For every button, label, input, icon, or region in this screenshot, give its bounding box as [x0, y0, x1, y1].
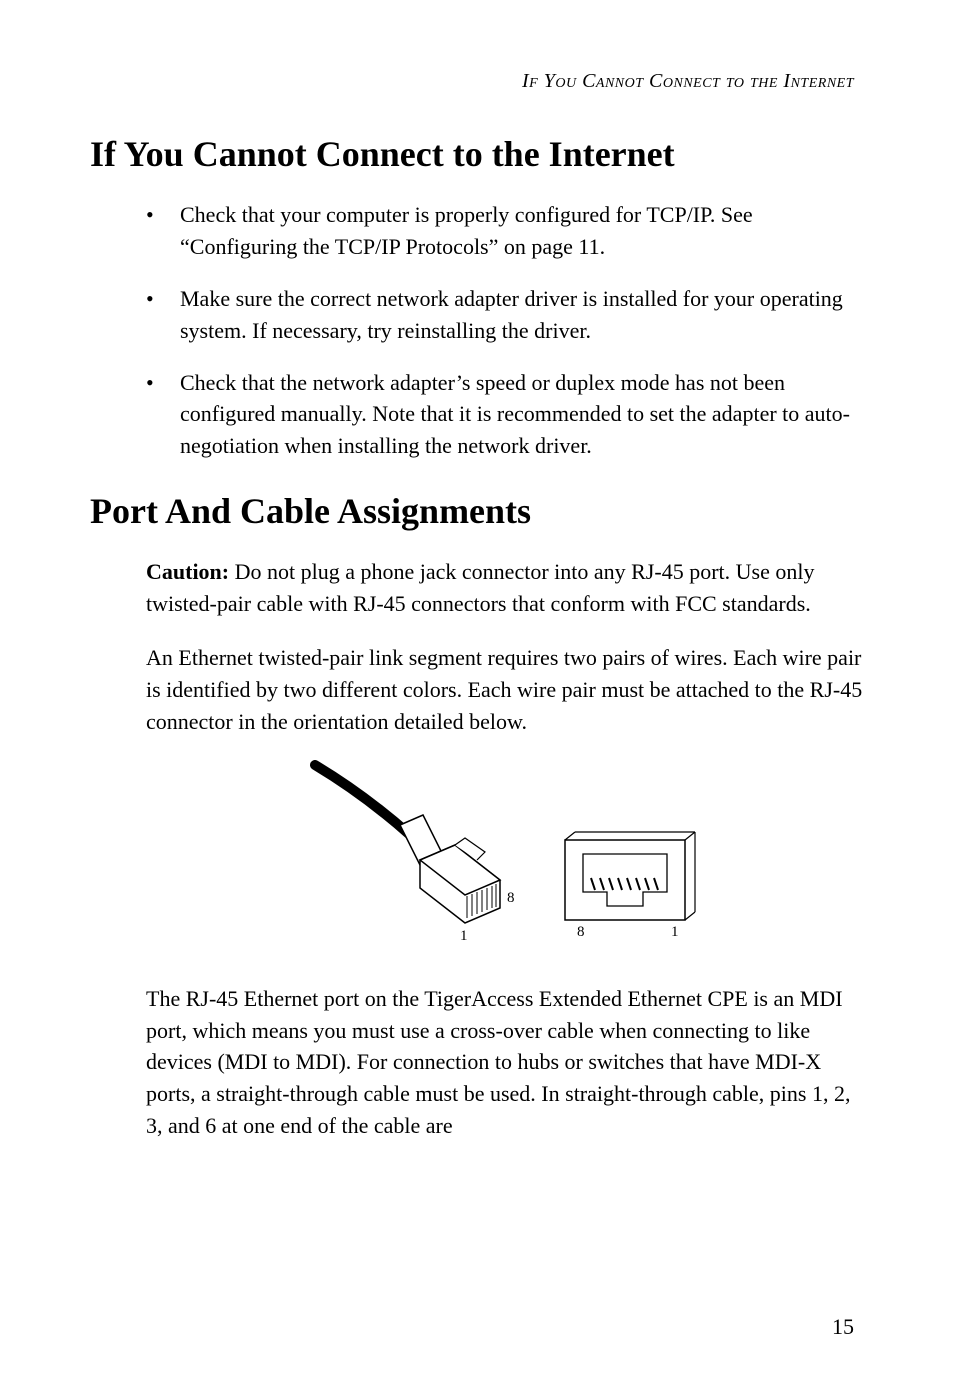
svg-text:1: 1 — [671, 924, 679, 940]
svg-text:8: 8 — [507, 890, 515, 906]
list-item: Check that your computer is properly con… — [146, 199, 864, 263]
section1-bullet-list: Check that your computer is properly con… — [90, 199, 864, 462]
caution-label: Caution: — [146, 559, 229, 584]
header-text: If You Cannot Connect to the Internet — [522, 70, 854, 92]
svg-text:8: 8 — [577, 924, 585, 940]
rj45-figure: 1 8 — [90, 760, 864, 955]
section1-title: If You Cannot Connect to the Internet — [90, 133, 864, 175]
rj45-plug-icon: 1 8 — [315, 765, 515, 944]
rj45-jack-icon: 8 1 — [565, 832, 695, 940]
list-item: Check that the network adapter’s speed o… — [146, 367, 864, 463]
page-number: 15 — [832, 1314, 854, 1340]
running-header: If You Cannot Connect to the Internet — [90, 70, 864, 93]
svg-text:1: 1 — [460, 928, 468, 944]
caution-paragraph: Caution: Do not plug a phone jack connec… — [90, 556, 864, 620]
section2-para2: An Ethernet twisted-pair link segment re… — [90, 642, 864, 738]
section2-para3: The RJ-45 Ethernet port on the TigerAcce… — [90, 983, 864, 1142]
list-item: Make sure the correct network adapter dr… — [146, 283, 864, 347]
caution-body: Do not plug a phone jack connector into … — [146, 559, 814, 616]
section2-title: Port And Cable Assignments — [90, 490, 864, 532]
